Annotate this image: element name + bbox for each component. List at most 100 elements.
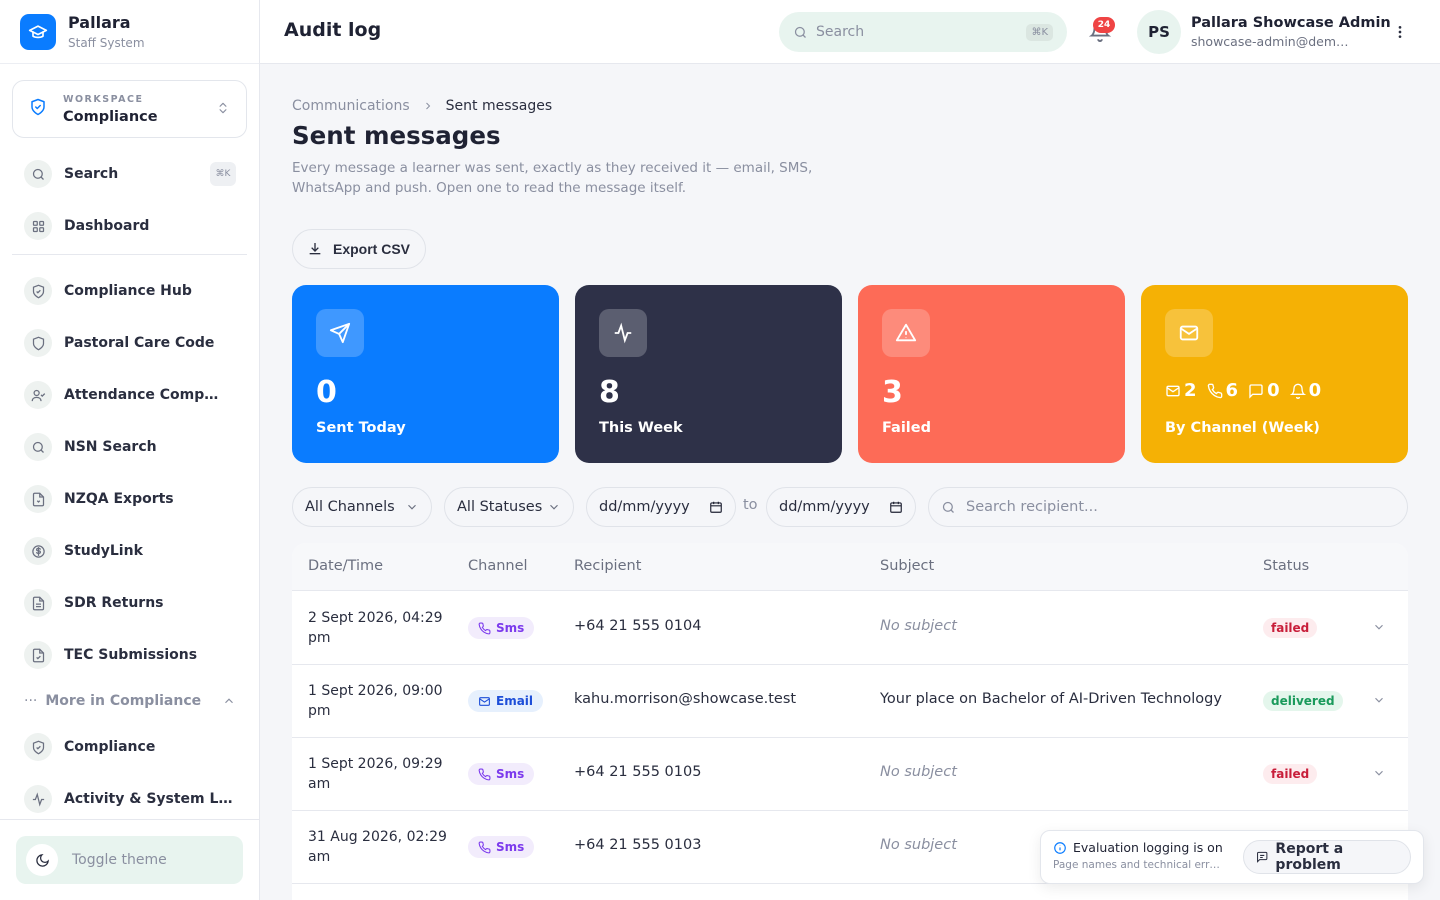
table-row[interactable]: 1 Sept 2026, 09:00 pm Email kahu.morriso… bbox=[292, 665, 1408, 738]
stat-value: 0 bbox=[316, 375, 337, 410]
column-header-status[interactable]: Status bbox=[1263, 558, 1309, 574]
column-header-datetime[interactable]: Date/Time bbox=[308, 558, 383, 574]
send-icon bbox=[316, 309, 364, 357]
toggle-theme-label: Toggle theme bbox=[72, 852, 167, 868]
table-header: Date/Time Channel Recipient Subject Stat… bbox=[292, 543, 1408, 591]
report-problem-button[interactable]: Report a problem bbox=[1243, 840, 1411, 874]
more-in-compliance-toggle[interactable]: ··· More in Compliance bbox=[24, 688, 236, 714]
chevron-down-icon[interactable] bbox=[1372, 620, 1386, 634]
stat-label: Failed bbox=[882, 420, 931, 436]
ellipsis-icon: ··· bbox=[24, 693, 38, 709]
search-placeholder: Search bbox=[816, 24, 865, 40]
chevron-down-icon[interactable] bbox=[1372, 693, 1386, 707]
chevron-down-icon bbox=[547, 500, 561, 514]
column-header-channel[interactable]: Channel bbox=[468, 558, 528, 574]
channel-chip: Sms bbox=[468, 617, 535, 639]
date-to-input[interactable]: dd/mm/yyyy bbox=[766, 487, 916, 527]
channel-chip: Sms bbox=[468, 836, 535, 858]
sidebar-item-label: SDR Returns bbox=[64, 595, 164, 611]
phone-icon bbox=[478, 841, 491, 853]
more-label: More in Compliance bbox=[45, 693, 202, 709]
message-square-icon bbox=[1257, 851, 1268, 863]
cell-datetime: 1 Sept 2026, 09:29 am bbox=[308, 756, 443, 792]
sidebar-item-label: StudyLink bbox=[64, 543, 143, 559]
chevron-down-icon[interactable] bbox=[1372, 766, 1386, 780]
calendar-icon[interactable] bbox=[889, 500, 903, 514]
evaluation-logging-banner: Evaluation logging is on Page names and … bbox=[1040, 830, 1424, 884]
graduation-cap-icon bbox=[20, 13, 56, 50]
phone-icon bbox=[478, 622, 491, 634]
shield-icon bbox=[24, 329, 52, 357]
sidebar-item-label: Compliance bbox=[64, 739, 156, 755]
channel-filter-select[interactable]: All Channels bbox=[292, 487, 432, 527]
message-square-icon bbox=[1249, 383, 1263, 399]
notification-badge: 24 bbox=[1093, 17, 1115, 33]
channel-filter-value: All Channels bbox=[305, 499, 395, 515]
stat-card-by-channel: 2 6 0 0 By Channel (Week) bbox=[1141, 285, 1408, 463]
user-check-icon bbox=[24, 381, 52, 409]
alert-triangle-icon bbox=[882, 309, 930, 357]
stat-card-failed: 3 Failed bbox=[858, 285, 1125, 463]
sidebar-item-studylink[interactable]: StudyLink bbox=[24, 535, 236, 567]
cell-recipient: +64 21 555 0104 bbox=[574, 618, 702, 634]
table-row[interactable]: 1 Sept 2026, 09:29 am Sms +64 21 555 010… bbox=[292, 738, 1408, 811]
status-badge: failed bbox=[1263, 764, 1318, 784]
toggle-theme-button[interactable]: Toggle theme bbox=[16, 836, 243, 884]
global-search-input[interactable]: Search ⌘K bbox=[779, 12, 1067, 52]
cell-subject: Your place on Bachelor of AI-Driven Tech… bbox=[880, 691, 1222, 707]
export-csv-button[interactable]: Export CSV bbox=[292, 229, 426, 269]
sidebar-item-compliance[interactable]: Compliance bbox=[24, 731, 236, 763]
status-filter-select[interactable]: All Statuses bbox=[444, 487, 574, 527]
sidebar-item-label: Compliance Hub bbox=[64, 283, 192, 299]
mail-icon bbox=[1165, 309, 1213, 357]
breadcrumb: Communications Sent messages bbox=[292, 98, 552, 114]
sidebar-item-nzqa-exports[interactable]: NZQA Exports bbox=[24, 483, 236, 515]
breadcrumb-current: Sent messages bbox=[445, 98, 553, 114]
stat-card-this-week: 8 This Week bbox=[575, 285, 842, 463]
channel-sms-count: 6 bbox=[1207, 380, 1238, 401]
sidebar-item-label: Pastoral Care Code bbox=[64, 335, 215, 351]
table-row[interactable]: 2 Sept 2026, 04:29 pm Sms +64 21 555 010… bbox=[292, 592, 1408, 665]
shield-icon bbox=[24, 277, 52, 305]
search-icon bbox=[793, 25, 808, 40]
sidebar-item-label: NSN Search bbox=[64, 439, 157, 455]
sidebar-item-attendance[interactable]: Attendance Comp… bbox=[24, 379, 236, 411]
sidebar-item-nsn-search[interactable]: NSN Search bbox=[24, 431, 236, 463]
shortcut-badge: ⌘K bbox=[1026, 23, 1053, 41]
sidebar-item-tec-submissions[interactable]: TEC Submissions bbox=[24, 639, 236, 671]
phone-icon bbox=[1207, 383, 1222, 398]
more-vertical-icon[interactable] bbox=[1388, 20, 1412, 44]
column-header-recipient[interactable]: Recipient bbox=[574, 558, 641, 574]
recipient-search-input[interactable]: Search recipient... bbox=[928, 487, 1408, 527]
workspace-switcher[interactable]: WORKSPACE Compliance bbox=[12, 80, 247, 138]
cell-subject: No subject bbox=[880, 764, 957, 780]
status-badge: delivered bbox=[1263, 691, 1343, 711]
sidebar-item-sdr-returns[interactable]: SDR Returns bbox=[24, 587, 236, 619]
avatar[interactable]: PS bbox=[1137, 10, 1181, 54]
sidebar-item-dashboard[interactable]: Dashboard bbox=[24, 210, 236, 242]
sidebar-item-compliance-hub[interactable]: Compliance Hub bbox=[24, 275, 236, 307]
calendar-icon[interactable] bbox=[709, 500, 723, 514]
column-header-subject[interactable]: Subject bbox=[880, 558, 934, 574]
channel-whatsapp-count: 0 bbox=[1248, 380, 1280, 401]
brand: Pallara Staff System bbox=[0, 0, 259, 64]
sidebar: Pallara Staff System WORKSPACE Complianc… bbox=[0, 0, 260, 900]
info-icon bbox=[1054, 841, 1066, 854]
cell-subject: No subject bbox=[880, 837, 957, 853]
grid-icon bbox=[24, 212, 52, 240]
sidebar-item-label: Dashboard bbox=[64, 218, 150, 234]
sidebar-item-pastoral-care[interactable]: Pastoral Care Code bbox=[24, 327, 236, 359]
chevron-up-down-icon bbox=[216, 100, 230, 119]
search-icon bbox=[942, 501, 954, 513]
sidebar-search[interactable]: Search ⌘K bbox=[24, 158, 236, 190]
cell-datetime: 2 Sept 2026, 04:29 pm bbox=[308, 610, 443, 646]
cell-recipient: kahu.morrison@showcase.test bbox=[574, 691, 797, 707]
search-icon bbox=[24, 160, 52, 188]
sidebar-item-activity[interactable]: Activity & System L… bbox=[24, 783, 236, 815]
activity-icon bbox=[599, 309, 647, 357]
date-from-input[interactable]: dd/mm/yyyy bbox=[586, 487, 736, 527]
breadcrumb-parent[interactable]: Communications bbox=[292, 98, 410, 114]
sidebar-item-label: NZQA Exports bbox=[64, 491, 174, 507]
mail-icon bbox=[1166, 385, 1180, 396]
stat-card-sent-today: 0 Sent Today bbox=[292, 285, 559, 463]
